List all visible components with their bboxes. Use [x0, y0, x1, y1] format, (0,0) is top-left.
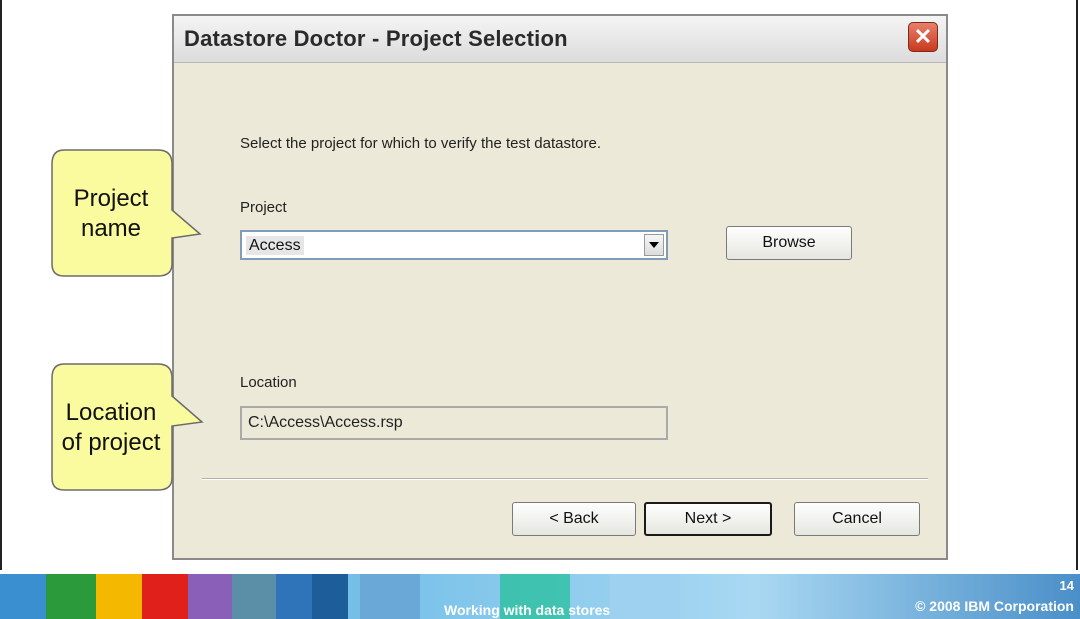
footer-block: [142, 574, 188, 619]
cancel-button[interactable]: Cancel: [794, 502, 920, 536]
page-number: 14: [1059, 578, 1074, 593]
footer-image: [276, 574, 312, 619]
project-selected-value: Access: [246, 236, 304, 255]
separator: [202, 478, 928, 480]
callout-location-line2: of project: [61, 429, 161, 456]
footer-image: [610, 574, 680, 619]
instruction-text: Select the project for which to verify t…: [240, 135, 602, 152]
project-dropdown[interactable]: Access: [240, 230, 668, 260]
footer-block: [46, 574, 96, 619]
footer-image: [312, 574, 348, 619]
dialog-window: Datastore Doctor - Project Selection ✕ S…: [172, 14, 948, 560]
back-button[interactable]: < Back: [512, 502, 636, 536]
copyright: © 2008 IBM Corporation: [915, 598, 1074, 614]
footer-banner: Working with data stores 14 © 2008 IBM C…: [0, 574, 1080, 619]
browse-button[interactable]: Browse: [726, 226, 852, 260]
footer-block: [188, 574, 232, 619]
footer-image: [360, 574, 420, 619]
location-field: C:\Access\Access.rsp: [240, 406, 668, 440]
location-label: Location: [240, 374, 297, 391]
footer-block: [96, 574, 142, 619]
callout-location: Location of project: [50, 362, 204, 492]
project-label: Project: [240, 199, 287, 216]
next-button[interactable]: Next >: [644, 502, 772, 536]
close-icon[interactable]: ✕: [908, 22, 938, 52]
footer-title: Working with data stores: [444, 602, 611, 618]
footer-image: [232, 574, 276, 619]
title-bar[interactable]: Datastore Doctor - Project Selection ✕: [174, 16, 946, 63]
dropdown-arrow-icon[interactable]: [644, 234, 664, 256]
callout-project-line1: Project: [73, 185, 149, 212]
callout-location-line1: Location: [65, 399, 157, 426]
window-title: Datastore Doctor - Project Selection: [184, 26, 568, 51]
callout-project-name: Project name: [50, 148, 202, 278]
callout-project-line2: name: [80, 215, 142, 242]
footer-block: [0, 574, 46, 619]
